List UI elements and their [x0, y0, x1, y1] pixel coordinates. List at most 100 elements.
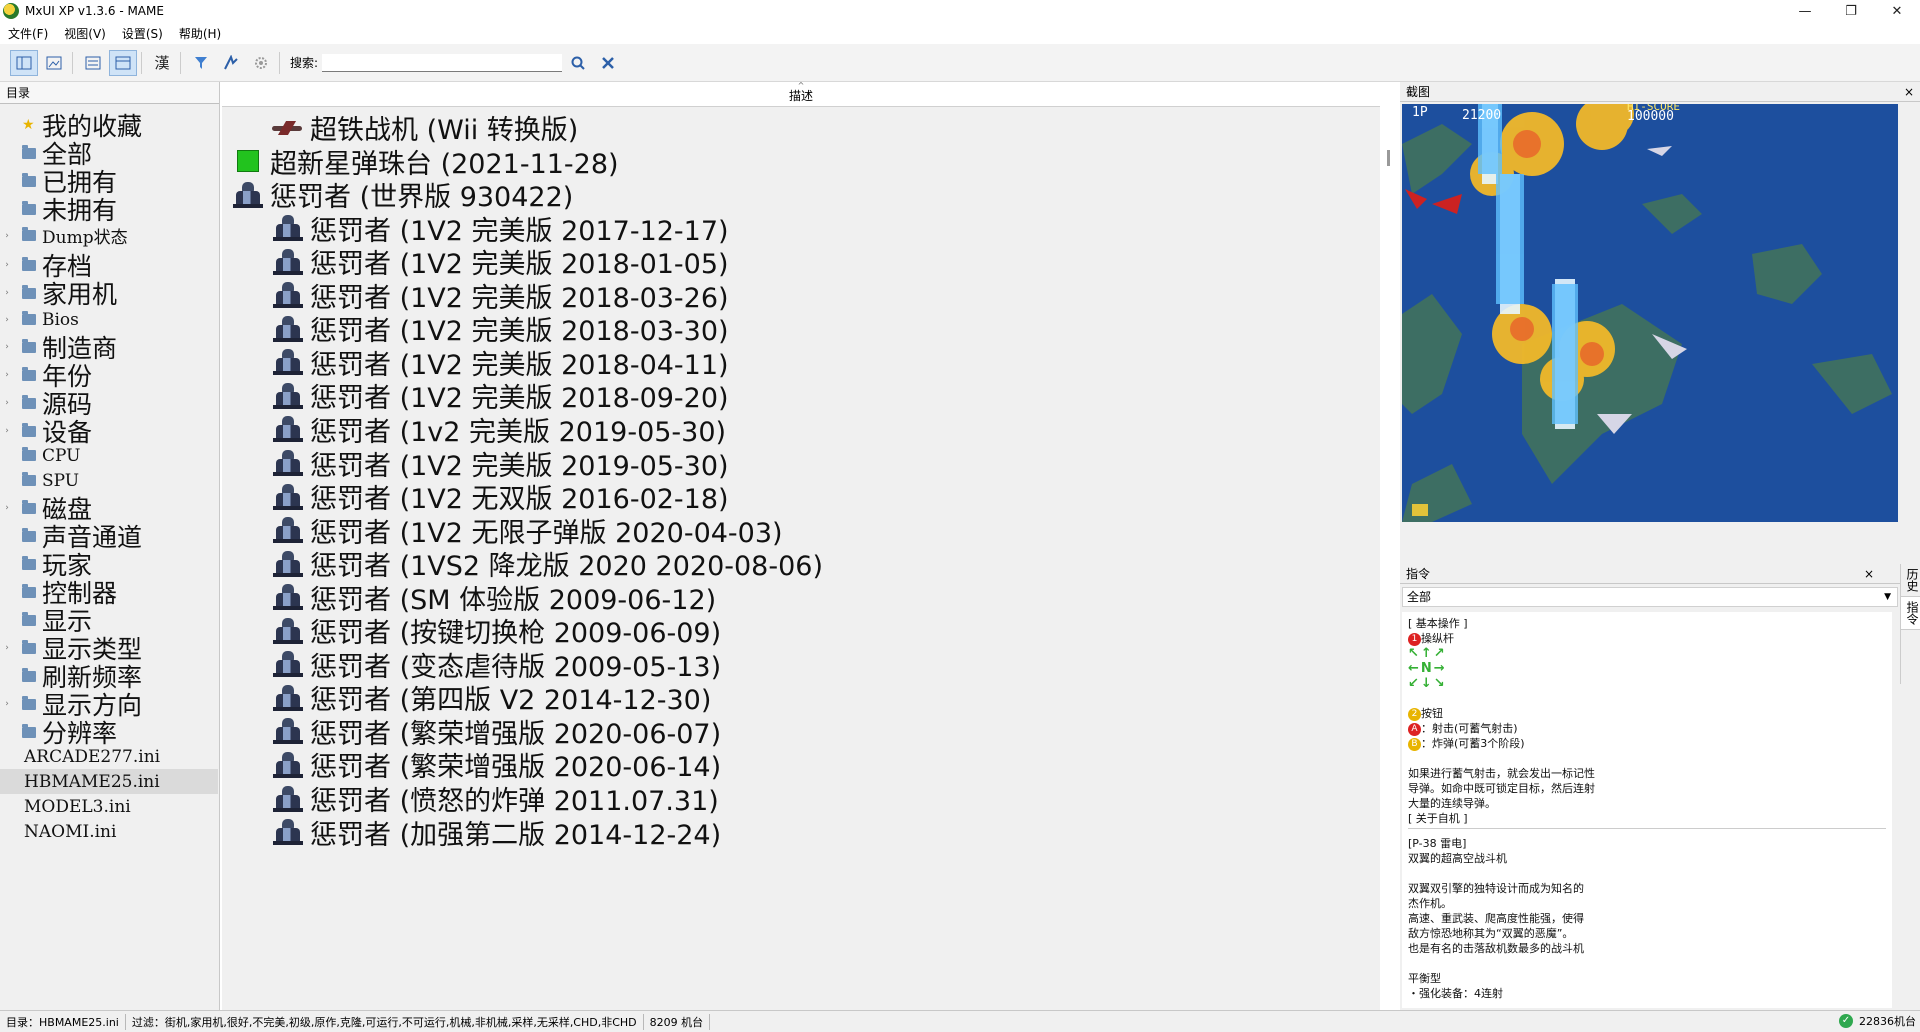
folder-tree-item[interactable]: › 年份 — [0, 361, 218, 391]
description-column-header[interactable]: ^ 描述 — [222, 82, 1380, 107]
expand-arrow-icon[interactable]: › — [0, 643, 14, 653]
cmd-button-a-desc: ：射击(可蓄气射击) — [1421, 722, 1518, 735]
game-row[interactable]: 惩罚者 (1V2 无限子弹版 2020-04-03) — [222, 514, 1380, 549]
punisher-sprite-icon — [272, 382, 304, 410]
clear-search-button[interactable] — [594, 50, 622, 76]
folder-icon — [22, 472, 36, 486]
check-icon: ✓ — [1839, 1014, 1853, 1028]
tab-history[interactable]: 历史 — [1901, 564, 1920, 597]
folder-tree-item[interactable]: › 源码 — [0, 389, 218, 419]
folder-icon — [22, 723, 36, 738]
expand-arrow-icon[interactable]: › — [0, 426, 14, 436]
game-list-scrollbar[interactable] — [1386, 86, 1394, 1006]
side-tabs: 历史 指令 — [1900, 564, 1920, 684]
folder-tree-item[interactable]: 控制器 — [0, 578, 218, 608]
game-row[interactable]: 惩罚者 (按键切换枪 2009-06-09) — [222, 614, 1380, 649]
folder-icon — [22, 144, 36, 159]
folder-tree-item[interactable]: 声音通道 — [0, 522, 218, 552]
folder-tree-item[interactable]: ★ 我的收藏 — [0, 111, 218, 141]
folder-tree-label: SPU — [42, 470, 80, 491]
scrollbar-thumb[interactable] — [1387, 150, 1390, 166]
expand-arrow-icon[interactable]: › — [0, 398, 14, 408]
expand-arrow-icon[interactable]: › — [0, 370, 14, 380]
expand-arrow-icon[interactable]: › — [0, 260, 14, 270]
folder-tree-item[interactable]: 分辨率 — [0, 718, 218, 748]
folder-tree-label: 家用机 — [42, 280, 118, 309]
game-row[interactable]: 超铁战机 (Wii 转换版) — [222, 111, 1380, 146]
maximize-button[interactable]: ❐ — [1828, 0, 1874, 22]
punisher-sprite-icon — [272, 583, 304, 611]
game-row[interactable]: 惩罚者 (1VS2 降龙版 2020 2020-08-06) — [222, 547, 1380, 582]
menu-help[interactable]: 帮助(H) — [171, 25, 229, 42]
audit-button[interactable] — [217, 50, 245, 76]
close-command-icon[interactable]: × — [1864, 564, 1874, 584]
game-row[interactable]: 惩罚者 (第四版 V2 2014-12-30) — [222, 681, 1380, 716]
menu-view[interactable]: 视图(V) — [56, 25, 114, 42]
game-row[interactable]: 惩罚者 (繁荣增强版 2020-06-14) — [222, 748, 1380, 783]
punisher-sprite-icon — [272, 483, 304, 511]
punisher-sprite-icon — [272, 449, 304, 477]
chevron-down-icon: ▼ — [1884, 592, 1891, 602]
expand-arrow-icon[interactable]: › — [0, 231, 14, 241]
game-row[interactable]: 惩罚者 (1V2 完美版 2017-12-17) — [222, 212, 1380, 247]
game-screenshot-image: 1P 21200 HI-SCORE 100000 — [1402, 104, 1898, 522]
game-row[interactable]: 惩罚者 (1V2 完美版 2019-05-30) — [222, 447, 1380, 482]
punisher-sprite-icon — [272, 281, 304, 309]
options-button[interactable] — [247, 50, 275, 76]
expand-arrow-icon[interactable]: › — [0, 315, 14, 325]
close-screenshot-icon[interactable]: × — [1904, 82, 1914, 102]
game-row[interactable]: 惩罚者 (加强第二版 2014-12-24) — [222, 816, 1380, 851]
toolbar: 漢 搜索: — [0, 44, 1920, 82]
folder-icon — [22, 311, 36, 325]
folder-tree-item[interactable]: CPU — [0, 443, 218, 468]
cmd-para-1: 如果进行蓄气射击，就会发出一标记性 导弹。如命中既可锁定目标，然后连射 大量的连… — [1408, 767, 1595, 810]
game-row[interactable]: 惩罚者 (1V2 完美版 2018-04-11) — [222, 346, 1380, 381]
folder-tree-item[interactable]: 未拥有 — [0, 195, 218, 225]
folder-tree-item[interactable]: › 设备 — [0, 417, 218, 447]
cmd-about: [ 关于自机 ] — [1408, 812, 1468, 825]
expand-arrow-icon[interactable]: › — [0, 342, 14, 352]
folder-tree-item[interactable]: ARCADE277.ini — [0, 744, 218, 769]
filter-button[interactable] — [187, 50, 215, 76]
tab-command[interactable]: 指令 — [1901, 597, 1920, 630]
game-row[interactable]: 惩罚者 (繁荣增强版 2020-06-07) — [222, 715, 1380, 750]
game-row[interactable]: 惩罚者 (1V2 完美版 2018-03-30) — [222, 312, 1380, 347]
command-filter-select[interactable]: 全部 ▼ — [1402, 587, 1898, 607]
expand-arrow-icon[interactable]: › — [0, 503, 14, 513]
game-row[interactable]: 惩罚者 (变态虐待版 2009-05-13) — [222, 648, 1380, 683]
game-row[interactable]: 惩罚者 (愤怒的炸弹 2011.07.31) — [222, 782, 1380, 817]
menu-file[interactable]: 文件(F) — [0, 25, 56, 42]
game-row[interactable]: 惩罚者 (1V2 无双版 2016-02-18) — [222, 480, 1380, 515]
folder-tree-item[interactable]: SPU — [0, 468, 218, 493]
folder-icon — [22, 611, 36, 626]
folder-tree-item[interactable]: NAOMI.ini — [0, 819, 218, 844]
folder-tree-item[interactable]: › 制造商 — [0, 333, 218, 363]
game-row[interactable]: 超新星弹珠台 (2021-11-28) — [222, 145, 1380, 180]
search-button[interactable] — [564, 50, 592, 76]
folder-icon — [22, 394, 36, 409]
game-row[interactable]: 惩罚者 (1V2 完美版 2018-09-20) — [222, 379, 1380, 414]
folder-tree-item[interactable]: HBMAME25.ini — [0, 769, 218, 794]
expand-arrow-icon[interactable]: › — [0, 288, 14, 298]
list-view-button[interactable] — [79, 50, 107, 76]
folder-tree-item[interactable]: › Dump状态 — [0, 223, 218, 248]
cmd-plane-title: [P-38 雷电] — [1408, 837, 1467, 850]
game-row[interactable]: 惩罚者 (1V2 完美版 2018-03-26) — [222, 279, 1380, 314]
expand-arrow-icon[interactable]: › — [0, 699, 14, 709]
game-row[interactable]: 惩罚者 (1V2 完美版 2018-01-05) — [222, 245, 1380, 280]
folder-view-button[interactable] — [10, 49, 38, 76]
menu-settings[interactable]: 设置(S) — [114, 25, 171, 42]
folder-tree-item[interactable]: MODEL3.ini — [0, 794, 218, 819]
chinese-toggle-button[interactable]: 漢 — [148, 50, 176, 76]
game-row[interactable]: 惩罚者 (1v2 完美版 2019-05-30) — [222, 413, 1380, 448]
close-button[interactable]: ✕ — [1874, 0, 1920, 22]
folder-tree-item[interactable]: › 家用机 — [0, 279, 218, 309]
folder-icon — [22, 695, 36, 710]
search-input[interactable] — [322, 53, 563, 72]
punisher-sprite-icon — [272, 785, 304, 813]
game-row[interactable]: 惩罚者 (SM 体验版 2009-06-12) — [222, 581, 1380, 616]
game-row[interactable]: 惩罚者 (世界版 930422) — [222, 178, 1380, 213]
details-view-button[interactable] — [109, 49, 137, 76]
minimize-button[interactable]: — — [1782, 0, 1828, 22]
screenshot-view-button[interactable] — [40, 50, 68, 76]
